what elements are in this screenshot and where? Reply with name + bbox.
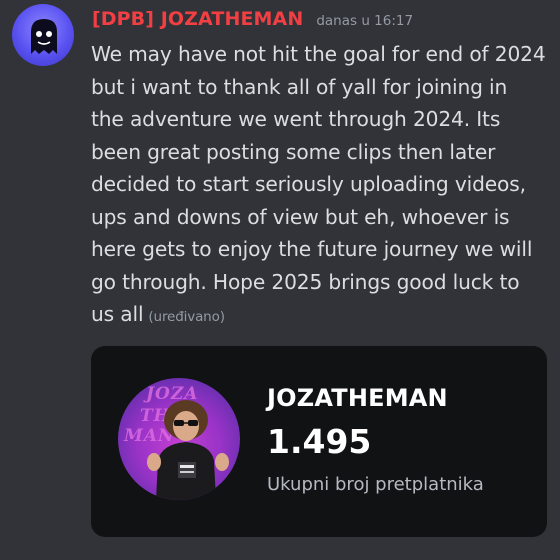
message-line: We may have not hit the goal for end of …	[91, 42, 546, 66]
message-line: the adventure we went through 2024. Its	[91, 107, 501, 131]
channel-name[interactable]: JOZATHEMAN	[267, 384, 448, 412]
message-line: go through. Hope 2025 brings good luck t…	[91, 269, 520, 294]
message-line: decided to start seriously uploading vid…	[91, 172, 526, 196]
message-line-last: us all (uređivano)	[91, 298, 551, 334]
edited-label: (uređivano)	[148, 309, 225, 325]
chat-message: [DPB] JOZATHEMAN danas u 16:17 We may ha…	[0, 0, 560, 560]
ghost-icon	[31, 19, 57, 54]
message-line: but i want to thank all of yall for join…	[91, 74, 508, 99]
message-line: been great posting some clips then later	[91, 139, 496, 164]
message-line: here gets to enjoy the future journey we…	[91, 237, 533, 261]
channel-embed-card[interactable]: JOZA THE MAN JOZATHEMAN 1.495 Ukupni bro…	[91, 346, 547, 537]
message-line: us all	[91, 302, 144, 326]
author-name[interactable]: [DPB] JOZATHEMAN	[92, 8, 303, 30]
user-avatar[interactable]	[12, 4, 74, 66]
subscriber-count: 1.495	[267, 422, 372, 461]
message-timestamp: danas u 16:17	[316, 13, 414, 29]
message-line: ups and downs of view but eh, whoever is	[91, 204, 510, 229]
subscriber-label: Ukupni broj pretplatnika	[267, 474, 484, 495]
message-content: We may have not hit the goal for end of …	[91, 38, 551, 334]
person-photo	[147, 400, 229, 500]
message-header: [DPB] JOZATHEMAN danas u 16:17	[92, 8, 413, 34]
channel-avatar[interactable]: JOZA THE MAN	[118, 378, 240, 500]
